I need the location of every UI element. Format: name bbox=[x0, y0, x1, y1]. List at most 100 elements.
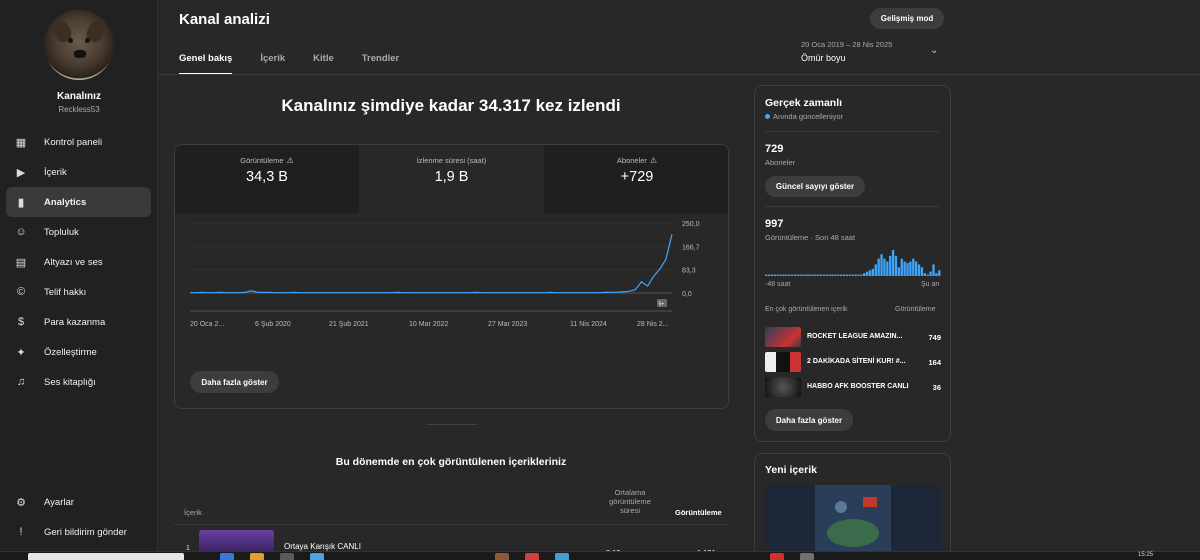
taskbar-search[interactable] bbox=[28, 553, 184, 560]
realtime-bar bbox=[863, 273, 866, 276]
x-tick-label: 10 Mar 2022 bbox=[409, 321, 448, 328]
clock: 15:25 bbox=[1138, 552, 1154, 558]
y-tick-label: 83,3 bbox=[682, 268, 696, 275]
subscriber-count: 729 bbox=[765, 143, 784, 155]
views-value: 164 bbox=[928, 358, 941, 367]
channel-avatar[interactable] bbox=[44, 10, 114, 80]
realtime-bar bbox=[840, 274, 843, 276]
sidebar-item-label: Analytics bbox=[44, 196, 87, 208]
video-title: ROCKET LEAGUE AMAZIN... bbox=[807, 333, 903, 340]
app-icon[interactable] bbox=[555, 553, 569, 560]
realtime-bar bbox=[796, 274, 800, 276]
sidebar-item-copyright[interactable]: © Telif hakkı bbox=[6, 277, 151, 307]
app-icon[interactable] bbox=[495, 553, 509, 560]
sidebar-item-label: Ayarlar bbox=[44, 496, 74, 508]
realtime-bar bbox=[788, 274, 791, 276]
chevron-down-icon[interactable]: ⌄ bbox=[930, 45, 938, 56]
column-header-avg-duration[interactable]: Ortalama görüntüleme süresi bbox=[600, 488, 660, 515]
app-icon[interactable] bbox=[280, 553, 294, 560]
column-header-views[interactable]: Görüntüleme bbox=[675, 508, 722, 517]
app-icon[interactable] bbox=[800, 553, 814, 560]
realtime-bar bbox=[790, 274, 794, 276]
app-icon[interactable] bbox=[770, 553, 784, 560]
realtime-bar bbox=[819, 274, 823, 276]
latest-badge-label: 5+ bbox=[659, 302, 665, 308]
realtime-bar bbox=[900, 258, 903, 276]
app-icon[interactable] bbox=[220, 553, 234, 560]
tab-overview[interactable]: Genel bakış bbox=[179, 53, 233, 75]
realtime-bar bbox=[868, 270, 872, 276]
sidebar-item-community[interactable]: ☺ Topluluk bbox=[6, 217, 151, 247]
tab-content[interactable]: İçerik bbox=[260, 53, 285, 75]
realtime-bar bbox=[805, 274, 808, 276]
realtime-bar bbox=[848, 274, 851, 276]
sidebar-item-monetization[interactable]: $ Para kazanma bbox=[6, 307, 151, 337]
sidebar-item-dashboard[interactable]: ▦ Kontrol paneli bbox=[6, 127, 151, 157]
audio-library-icon: ♫ bbox=[16, 376, 26, 388]
realtime-bar bbox=[923, 273, 926, 276]
realtime-bar bbox=[909, 261, 912, 276]
metric-subscribers[interactable]: Aboneler ⚠ +729 bbox=[544, 145, 728, 213]
show-more-button[interactable]: Daha fazla göster bbox=[765, 409, 853, 431]
views-48h-label: Görüntüleme · Son 48 saat bbox=[765, 233, 856, 242]
metric-value: 1,9 B bbox=[434, 169, 469, 185]
app-icon[interactable] bbox=[310, 553, 324, 560]
sidebar-item-audio-library[interactable]: ♫ Ses kitaplığı bbox=[6, 367, 151, 397]
show-more-button[interactable]: Daha fazla göster bbox=[190, 371, 279, 393]
x-tick-label: 11 Nis 2024 bbox=[570, 321, 607, 328]
advanced-mode-button[interactable]: Gelişmiş mod bbox=[870, 8, 944, 29]
live-dot-icon bbox=[765, 114, 770, 119]
sidebar-item-settings[interactable]: ⚙ Ayarlar bbox=[6, 487, 151, 517]
video-title[interactable]: Ortaya Karışık CANLI bbox=[284, 542, 361, 551]
views-value: 749 bbox=[928, 333, 941, 342]
realtime-bar bbox=[825, 274, 828, 276]
metric-value: +729 bbox=[620, 169, 654, 185]
list-item[interactable]: 2 DAKİKADA SİTENİ KUR! #... 164 bbox=[765, 352, 941, 372]
warning-icon: ⚠ bbox=[649, 156, 658, 165]
analytics-icon: ▮ bbox=[17, 196, 25, 209]
show-live-count-button[interactable]: Güncel sayıyı göster bbox=[765, 176, 865, 197]
list-item[interactable]: HABBO AFK BOOSTER CANLI 36 bbox=[765, 377, 941, 397]
realtime-card: Gerçek zamanlı Anında güncelleniyor 729 … bbox=[754, 85, 951, 442]
sidebar-item-content[interactable]: ▶ İçerik bbox=[6, 157, 151, 187]
realtime-bar bbox=[912, 258, 915, 276]
sidebar-item-label: Telif hakkı bbox=[44, 286, 87, 298]
video-thumbnail[interactable] bbox=[765, 485, 941, 555]
video-title: HABBO AFK BOOSTER CANLI bbox=[807, 383, 909, 390]
realtime-bar bbox=[883, 258, 886, 276]
page-title: Kanal analizi bbox=[179, 11, 270, 28]
realtime-bar bbox=[816, 274, 820, 276]
date-range[interactable]: 20 Oca 2019 – 28 Nis 2025 bbox=[801, 40, 892, 49]
app-icon[interactable] bbox=[525, 553, 539, 560]
realtime-bar bbox=[915, 261, 918, 276]
realtime-bar bbox=[831, 274, 834, 276]
sidebar-item-customization[interactable]: ✦ Özelleştirme bbox=[6, 337, 151, 367]
video-title: 2 DAKİKADA SİTENİ KUR! #... bbox=[807, 358, 906, 365]
realtime-bar bbox=[877, 258, 880, 276]
x-tick-label: 27 Mar 2023 bbox=[488, 321, 527, 328]
tab-audience[interactable]: Kitle bbox=[313, 53, 334, 75]
realtime-bar bbox=[811, 274, 814, 276]
subtitles-icon: ▤ bbox=[15, 256, 27, 269]
app-icon[interactable] bbox=[250, 553, 264, 560]
tab-trends[interactable]: Trendler bbox=[362, 53, 400, 75]
list-item[interactable]: ROCKET LEAGUE AMAZIN... 749 bbox=[765, 327, 941, 347]
content-icon: ▶ bbox=[16, 166, 26, 179]
overview-card: Görüntüleme ⚠ 34,3 B İzlenme süresi (saat… bbox=[174, 144, 729, 409]
sidebar-item-subtitles[interactable]: ▤ Altyazı ve ses bbox=[6, 247, 151, 277]
realtime-bar bbox=[842, 274, 846, 276]
realtime-subtitle: Anında güncelleniyor bbox=[765, 112, 843, 121]
metric-watch-time[interactable]: İzlenme süresi (saat) 1,9 B bbox=[359, 145, 544, 213]
date-period-label[interactable]: Ömür boyu bbox=[801, 53, 846, 63]
sidebar-item-analytics[interactable]: ▮ Analytics bbox=[6, 187, 151, 217]
feedback-icon: ! bbox=[19, 526, 23, 538]
realtime-bar bbox=[857, 274, 860, 276]
metric-views[interactable]: Görüntüleme ⚠ 34,3 B bbox=[175, 145, 359, 213]
realtime-bar bbox=[822, 274, 825, 276]
new-content-title: Yeni içerik bbox=[765, 464, 817, 476]
sidebar-item-feedback[interactable]: ! Geri bildirim gönder bbox=[6, 517, 151, 547]
sidebar-item-label: Altyazı ve ses bbox=[44, 256, 103, 268]
realtime-bar bbox=[767, 274, 771, 276]
realtime-bar-chart bbox=[765, 250, 941, 276]
realtime-bar bbox=[891, 250, 895, 276]
